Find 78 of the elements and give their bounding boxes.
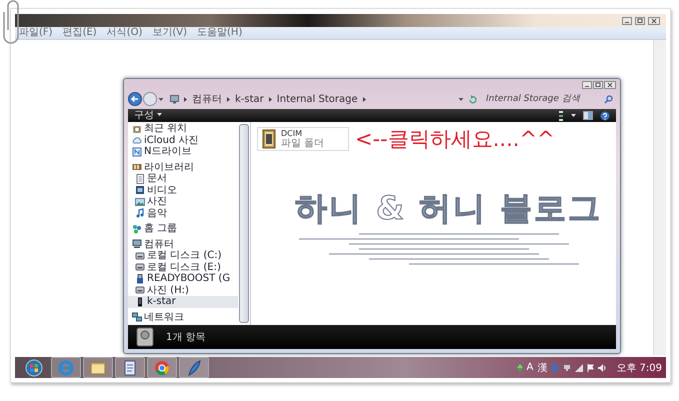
minimize-icon[interactable] bbox=[622, 16, 632, 24]
close-icon[interactable] bbox=[648, 16, 660, 24]
dropdown-caret-icon[interactable] bbox=[458, 96, 464, 102]
nav-item[interactable]: 라이브러리 bbox=[128, 162, 238, 173]
nav-item[interactable]: 사진 (H:) bbox=[128, 284, 238, 296]
nav-item[interactable]: N드라이브 bbox=[128, 146, 238, 158]
menu-item[interactable]: 보기(V) bbox=[152, 27, 188, 39]
maximize-icon[interactable] bbox=[593, 81, 603, 89]
picture-icon bbox=[135, 196, 145, 207]
arrow-icon[interactable] bbox=[516, 364, 523, 372]
caret-icon[interactable] bbox=[571, 113, 576, 118]
nav-item[interactable]: iCloud 사진 bbox=[128, 134, 238, 146]
nav-item[interactable]: 사진 bbox=[128, 196, 238, 208]
menu-item[interactable]: 파일(F) bbox=[19, 27, 53, 39]
nav-item[interactable]: 컴퓨터 bbox=[128, 238, 238, 250]
close-icon[interactable] bbox=[604, 81, 616, 89]
nav-item[interactable]: 로컬 디스크 (E:) bbox=[128, 262, 238, 273]
logo-title: 하니 & 허니 블로그 bbox=[294, 188, 602, 229]
drive-icon bbox=[136, 327, 154, 347]
back-icon[interactable] bbox=[128, 92, 142, 106]
library-icon bbox=[132, 162, 142, 172]
nav-item[interactable]: k-star bbox=[128, 296, 238, 308]
start-button-icon bbox=[24, 358, 44, 376]
breadcrumb-item[interactable]: Internal Storage bbox=[276, 92, 358, 106]
folder-name: DCIM bbox=[281, 129, 304, 138]
folder-type: 파일 폴더 bbox=[281, 138, 324, 149]
organize-menu[interactable]: 구성 bbox=[134, 110, 162, 122]
taskbar-button[interactable] bbox=[179, 357, 209, 378]
breadcrumb-item[interactable]: 컴퓨터 bbox=[192, 92, 222, 106]
drive-icon bbox=[132, 146, 142, 157]
document-icon bbox=[135, 174, 145, 184]
nav-item[interactable]: 문서 bbox=[128, 173, 238, 184]
chrome-icon bbox=[152, 358, 172, 376]
clock[interactable]: 오후 7:09 bbox=[616, 360, 662, 374]
scrollbar[interactable] bbox=[239, 124, 249, 323]
computer-icon bbox=[170, 94, 179, 104]
music-note-icon bbox=[135, 208, 145, 218]
nav-item[interactable]: 최근 위치 bbox=[128, 123, 238, 134]
chevron-icon[interactable] bbox=[183, 96, 188, 102]
search-icon[interactable] bbox=[604, 94, 613, 104]
address-bar[interactable]: 컴퓨터 k-star Internal Storage bbox=[167, 92, 480, 106]
annotation-text: <--클릭하세요....^^ bbox=[355, 126, 555, 153]
film-icon bbox=[135, 185, 145, 196]
nav-item[interactable]: 네트워크 bbox=[128, 312, 238, 323]
homegroup-icon bbox=[132, 224, 142, 234]
chevron-icon[interactable] bbox=[226, 96, 231, 102]
search-field[interactable]: Internal Storage 검색 bbox=[483, 92, 616, 106]
nav-item[interactable]: 홈 그룹 bbox=[128, 223, 238, 234]
menu-item[interactable]: 편집(E) bbox=[62, 27, 97, 39]
menu-item[interactable]: 서식(O) bbox=[106, 27, 142, 39]
flag-icon[interactable] bbox=[587, 364, 594, 372]
caret-icon bbox=[157, 112, 162, 118]
ime-indicator[interactable]: A bbox=[526, 362, 534, 373]
computer-icon bbox=[132, 239, 142, 250]
nav-item[interactable]: 음악 bbox=[128, 208, 238, 219]
breadcrumb-item[interactable]: k-star bbox=[235, 92, 264, 106]
signal-icon[interactable] bbox=[575, 364, 584, 372]
view-options-icon[interactable] bbox=[558, 110, 564, 120]
chevron-icon[interactable] bbox=[362, 96, 367, 102]
phone-icon bbox=[135, 296, 145, 307]
speaker-icon[interactable] bbox=[598, 364, 606, 372]
taskbar-button[interactable] bbox=[147, 357, 177, 378]
nav-item[interactable]: 로컬 디스크 (C:) bbox=[128, 250, 238, 262]
folder-item[interactable]: DCIM 파일 폴더 bbox=[257, 127, 349, 151]
item-count: 1개 항목 bbox=[166, 331, 206, 344]
taskbar-button[interactable] bbox=[83, 357, 113, 378]
usb-drive-icon bbox=[135, 274, 145, 284]
browser-e-icon bbox=[56, 358, 76, 376]
maximize-icon[interactable] bbox=[635, 16, 645, 24]
taskbar-button[interactable] bbox=[115, 357, 145, 378]
chevron-icon[interactable] bbox=[268, 96, 273, 102]
nav-item[interactable]: 비디오 bbox=[128, 184, 238, 196]
ime-indicator[interactable]: 漢 bbox=[537, 360, 548, 374]
cloud-icon bbox=[132, 135, 142, 146]
menu-item[interactable]: 도움말(H) bbox=[197, 27, 242, 39]
minimize-icon[interactable] bbox=[582, 81, 592, 89]
nav-item[interactable]: READYBOOST (G bbox=[128, 273, 238, 284]
folder-icon bbox=[262, 129, 276, 149]
